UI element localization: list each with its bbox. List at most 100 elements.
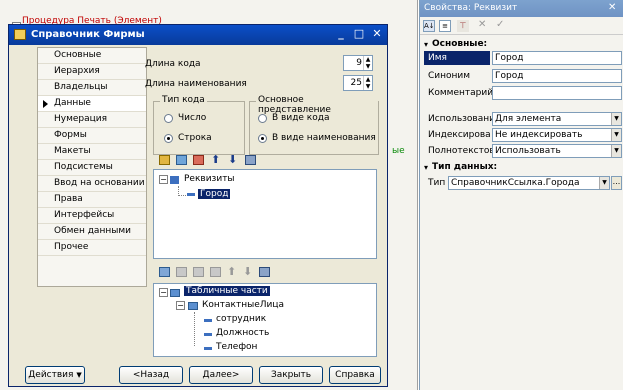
nav-item-interfaces[interactable]: Интерфейсы (38, 208, 146, 224)
categorized-icon[interactable]: ≡ (439, 20, 451, 32)
tables-root[interactable]: Табличные части (184, 286, 270, 296)
filter-icon[interactable]: ⊤ (457, 20, 469, 32)
field-icon (204, 347, 212, 350)
tables-tree[interactable]: − Табличные части − КонтактныеЛица сотру… (153, 283, 377, 357)
help-button[interactable]: Справка (329, 366, 381, 384)
add-table-icon[interactable] (159, 267, 170, 277)
nav-item-forms[interactable]: Формы (38, 128, 146, 144)
dialog-titlebar[interactable]: Справочник Фирмы _ □ ✕ (9, 25, 387, 45)
nav-item-owners[interactable]: Владельцы (38, 80, 146, 96)
nav-item-hierarchy[interactable]: Иерархия (38, 64, 146, 80)
repr-code-label[interactable]: В виде кода (272, 113, 330, 123)
chevron-down-icon[interactable]: ▼ (611, 129, 621, 141)
close-icon[interactable]: ✕ (608, 2, 616, 13)
code-type-string-label[interactable]: Строка (178, 133, 212, 143)
nav-item-numbering[interactable]: Нумерация (38, 112, 146, 128)
nav-item-layouts[interactable]: Макеты (38, 144, 146, 160)
fulltext-label: Полнотекстов (428, 146, 495, 156)
code-type-group: Тип кода Число Строка (153, 95, 245, 155)
synonym-field[interactable]: Город (492, 69, 622, 83)
sort-alpha-icon[interactable]: A↓ (423, 20, 435, 32)
spin-arrows-icon[interactable]: ▲ ▼ (363, 56, 372, 70)
delete-field-icon[interactable] (210, 267, 221, 277)
comment-label: Комментарий (428, 88, 494, 98)
copy-attribute-icon[interactable] (176, 155, 187, 165)
field-icon (204, 319, 212, 322)
table-item-contacts[interactable]: КонтактныеЛица (202, 300, 284, 310)
sort-icon[interactable] (245, 155, 256, 165)
chevron-down-icon[interactable]: ▼ (599, 177, 609, 189)
attributes-folder-icon (170, 176, 179, 184)
nav-item-main[interactable]: Основные (38, 48, 146, 64)
repr-name-label[interactable]: В виде наименования (272, 133, 376, 143)
type-select[interactable]: СправочникСсылка.Города ▼ (448, 176, 610, 190)
section-expand-icon[interactable]: ▾ (424, 40, 428, 49)
index-select[interactable]: Не индексировать ▼ (492, 128, 622, 142)
collapse-icon[interactable]: − (159, 175, 168, 184)
move-up-icon[interactable]: ⬆ (227, 265, 236, 278)
dialog-title: Справочник Фирмы (31, 29, 145, 40)
usage-select[interactable]: Для элемента ▼ (492, 112, 622, 126)
code-length-spinner[interactable]: 9 ▲ ▼ (343, 55, 373, 71)
collapse-icon[interactable]: − (159, 288, 168, 297)
chevron-down-icon: ▼ (76, 371, 82, 379)
cancel-icon[interactable]: ✕ (478, 19, 486, 30)
nav-item-rights[interactable]: Права (38, 192, 146, 208)
nav-item-subsystems[interactable]: Подсистемы (38, 160, 146, 176)
code-type-number-radio[interactable] (164, 114, 173, 123)
spin-arrows-icon[interactable]: ▲ ▼ (363, 76, 372, 90)
move-down-icon[interactable]: ⬇ (243, 265, 252, 278)
maximize-button[interactable]: □ (351, 27, 367, 42)
section-expand-icon[interactable]: ▾ (424, 163, 428, 172)
table-icon (188, 302, 198, 310)
move-up-icon[interactable]: ⬆ (211, 153, 220, 166)
index-label: Индексирова (428, 130, 491, 140)
tree-connector (194, 312, 195, 346)
copy-field-icon[interactable] (193, 267, 204, 277)
field-item-position[interactable]: Должность (216, 328, 269, 338)
comment-field[interactable] (492, 86, 622, 100)
section-main-title: Основные: (432, 39, 488, 49)
field-item-phone[interactable]: Телефон (216, 342, 257, 352)
main-representation-group: Основное представление В виде кода В вид… (249, 95, 379, 155)
add-attribute-icon[interactable] (159, 155, 170, 165)
code-type-number-label[interactable]: Число (178, 113, 206, 123)
usage-label: Использовани (428, 114, 495, 124)
sort-icon[interactable] (259, 267, 270, 277)
properties-titlebar: Свойства: Реквизит ✕ (420, 0, 623, 17)
name-length-value: 25 (350, 78, 362, 88)
nav-item-input-basis[interactable]: Ввод на основании (38, 176, 146, 192)
type-more-button[interactable]: ... (611, 176, 622, 190)
synonym-label: Синоним (428, 71, 471, 81)
close-button[interactable]: Закрыть (259, 366, 323, 384)
fulltext-select[interactable]: Использовать ▼ (492, 144, 622, 158)
actions-button[interactable]: Действия ▼ (25, 366, 85, 384)
add-field-icon[interactable] (176, 267, 187, 277)
move-down-icon[interactable]: ⬇ (228, 153, 237, 166)
repr-code-radio[interactable] (258, 114, 267, 123)
name-field[interactable]: Город (492, 51, 622, 65)
code-length-value: 9 (356, 58, 362, 68)
code-type-title: Тип кода (160, 95, 207, 105)
name-length-spinner[interactable]: 25 ▲ ▼ (343, 75, 373, 91)
nav-item-data-exchange[interactable]: Обмен данными (38, 224, 146, 240)
code-type-string-radio[interactable] (164, 134, 173, 143)
attribute-item-city[interactable]: Город (198, 189, 231, 199)
delete-attribute-icon[interactable] (193, 155, 204, 165)
repr-name-radio[interactable] (258, 134, 267, 143)
minimize-button[interactable]: _ (333, 27, 349, 42)
section-type-title: Тип данных: (432, 162, 498, 172)
nav-item-other[interactable]: Прочее (38, 240, 146, 256)
back-button[interactable]: <Назад (119, 366, 183, 384)
close-window-button[interactable]: ✕ (369, 27, 385, 42)
chevron-down-icon[interactable]: ▼ (611, 145, 621, 157)
attributes-tree[interactable]: − Реквизиты Город (153, 169, 377, 259)
apply-icon[interactable]: ✓ (496, 19, 504, 30)
chevron-down-icon[interactable]: ▼ (611, 113, 621, 125)
tree-connector (178, 186, 186, 196)
next-button[interactable]: Далее> (189, 366, 253, 384)
field-item-employee[interactable]: сотрудник (216, 314, 266, 324)
collapse-icon[interactable]: − (176, 301, 185, 310)
nav-item-data[interactable]: Данные (38, 96, 146, 112)
attributes-root[interactable]: Реквизиты (184, 174, 235, 184)
